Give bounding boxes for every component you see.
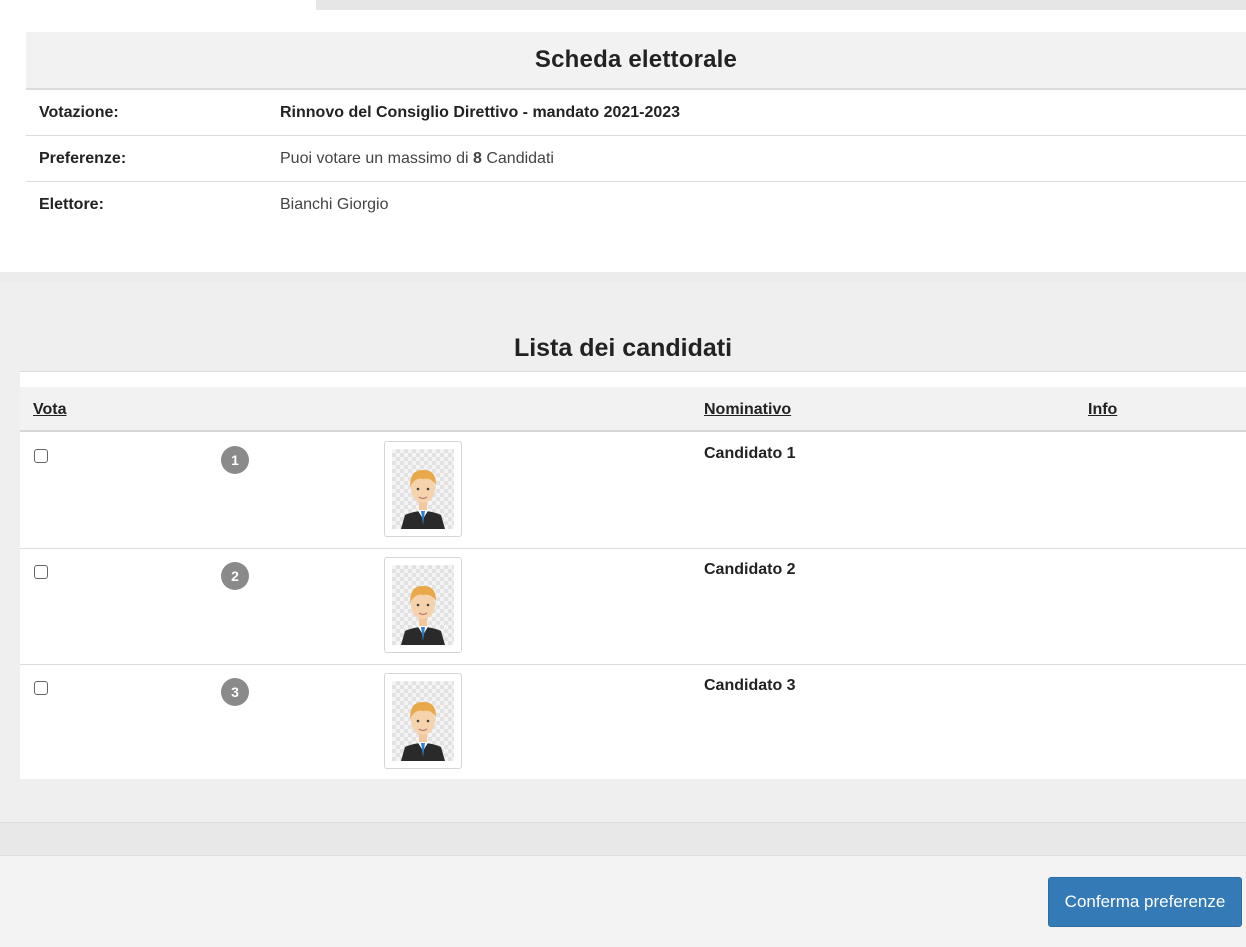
vote-checkbox[interactable] [34,449,48,463]
candidate-photo [384,441,462,537]
candidate-name: Candidato 1 [704,445,796,462]
candidate-name: Candidato 3 [704,677,796,694]
vote-checkbox[interactable] [34,565,48,579]
candidates-table: Vota Nominativo Info 1 Candidato 1 2 Can… [20,371,1246,779]
table-header: Vota Nominativo Info [20,387,1246,432]
vote-value: Rinnovo del Consiglio Direttivo - mandat… [280,103,681,121]
candidate-avatar-icon [392,449,454,529]
table-row: 3 Candidato 3 [20,665,1246,781]
header-info[interactable]: Info [1088,401,1117,419]
candidate-avatar-icon [392,681,454,761]
top-tab [0,0,316,10]
candidate-number-badge: 1 [221,446,249,474]
vote-label: Votazione: [39,103,119,121]
voter-label: Elettore: [39,196,104,213]
info-row-preferences: Preferenze: Puoi votare un massimo di 8 … [26,136,1246,182]
confirm-preferences-button[interactable]: Conferma preferenze [1048,877,1242,927]
header-vote[interactable]: Vota [33,401,66,419]
preferences-value: Puoi votare un massimo di 8 Candidati [280,150,554,168]
table-row: 1 Candidato 1 [20,433,1246,549]
footer-separator [0,822,1246,856]
vote-checkbox[interactable] [34,681,48,695]
table-row: 2 Candidato 2 [20,549,1246,665]
ballot-title: Scheda elettorale [26,32,1246,90]
preferences-suffix: Candidati [481,149,554,167]
candidate-name: Candidato 2 [704,561,796,578]
preferences-prefix: Puoi votare un massimo di [280,149,473,167]
candidate-number-badge: 3 [221,678,249,706]
candidate-avatar-icon [392,565,454,645]
candidate-number-badge: 2 [221,562,249,590]
candidate-photo [384,673,462,769]
voter-value: Bianchi Giorgio [280,196,389,213]
info-row-vote: Votazione: Rinnovo del Consiglio Diretti… [26,90,1246,136]
candidate-photo [384,557,462,653]
ballot-info-table: Scheda elettorale Votazione: Rinnovo del… [26,32,1246,272]
preferences-count: 8 [472,149,482,167]
header-name[interactable]: Nominativo [704,401,791,419]
top-strip [0,0,1246,10]
preferences-label: Preferenze: [39,149,127,167]
info-row-voter: Elettore: Bianchi Giorgio [26,182,1246,228]
candidates-title: Lista dei candidati [513,334,733,362]
